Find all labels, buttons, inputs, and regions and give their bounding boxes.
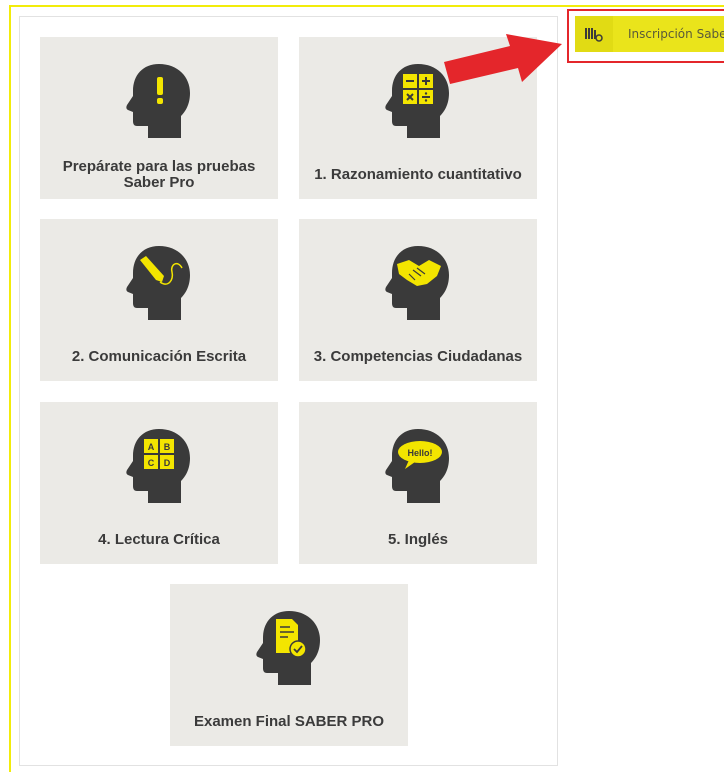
card-prepare-saber-pro[interactable]: Prepárate para las pruebas Saber Pro	[40, 37, 278, 199]
card-label: 5. Inglés	[387, 531, 449, 548]
inscripcion-saber-pro-button[interactable]: Inscripción Saber Pro	[575, 16, 724, 52]
card-label: 1. Razonamiento cuantitativo	[314, 166, 522, 183]
id-card-icon	[585, 28, 603, 42]
pen-writing-head-icon	[126, 246, 190, 320]
card-label: 3. Competencias Ciudadanas	[313, 348, 523, 365]
register-icon-area	[575, 16, 613, 52]
card-examen-final[interactable]: Examen Final SABER PRO	[170, 584, 408, 746]
card-label: 2. Comunicación Escrita	[71, 348, 247, 365]
red-arrow-icon	[444, 34, 562, 84]
document-check-head-icon	[256, 611, 320, 685]
card-comunicacion-escrita[interactable]: 2. Comunicación Escrita	[40, 219, 278, 381]
grid-letter-b: B	[164, 442, 171, 452]
handshake-head-icon	[385, 246, 449, 320]
hello-speech-bubble-head-icon: Hello!	[385, 429, 449, 503]
register-button-label: Inscripción Saber Pro	[628, 27, 724, 41]
grid-letter-c: C	[148, 458, 155, 468]
grid-letter-a: A	[148, 442, 155, 452]
card-ingles[interactable]: Hello! 5. Inglés	[299, 402, 537, 564]
card-lectura-critica[interactable]: A B C D 4. Lectura Crítica	[40, 402, 278, 564]
card-label: 4. Lectura Crítica	[98, 531, 220, 548]
exclamation-head-icon	[126, 64, 190, 138]
card-competencias-ciudadanas[interactable]: 3. Competencias Ciudadanas	[299, 219, 537, 381]
card-label: Prepárate para las pruebas Saber Pro	[62, 158, 256, 191]
card-label: Examen Final SABER PRO	[193, 713, 385, 730]
grid-letter-d: D	[164, 458, 171, 468]
hello-text: Hello!	[407, 448, 432, 458]
abcd-grid-head-icon: A B C D	[126, 429, 190, 503]
